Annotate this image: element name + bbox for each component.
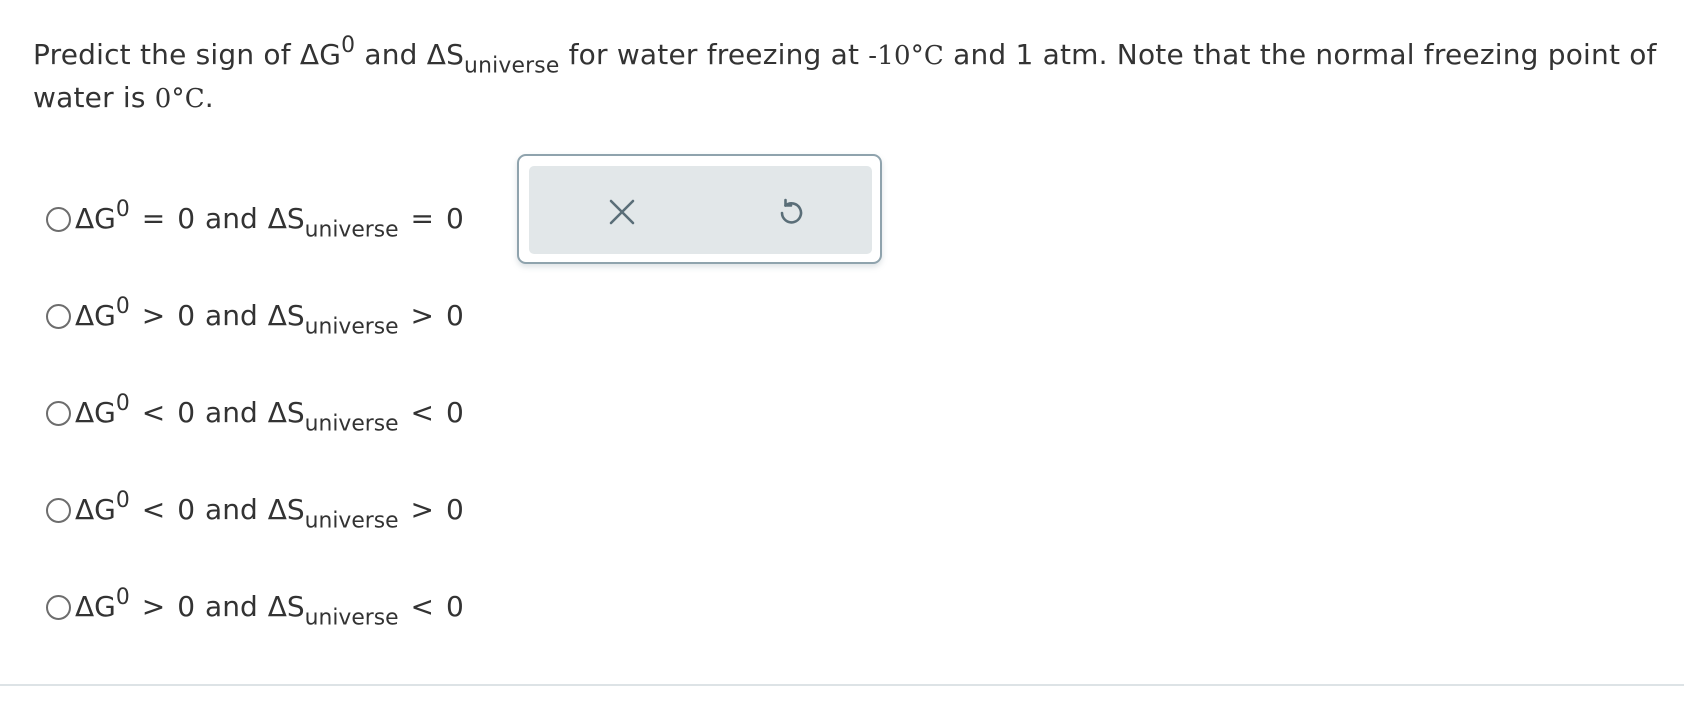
close-icon: [609, 199, 635, 225]
superscript: 0: [115, 294, 130, 319]
clear-button[interactable]: [600, 190, 644, 234]
operator: >: [410, 493, 434, 526]
value: 0: [446, 299, 464, 332]
subscript: universe: [304, 314, 399, 340]
universe-subscript: universe: [464, 53, 560, 79]
delta-s-symbol: ΔS: [267, 396, 305, 429]
delta-g-symbol: ΔG: [75, 396, 116, 429]
value: 0: [177, 396, 196, 429]
subscript: universe: [304, 411, 399, 437]
conjunction: and: [205, 590, 258, 623]
question-text: Predict the sign of ΔG0 and ΔSuniverse f…: [33, 34, 1673, 120]
answer-option-label: ΔG0 <0 and ΔSuniverse <0: [75, 393, 464, 435]
operator: >: [141, 590, 166, 623]
standard-state-superscript: 0: [341, 33, 356, 58]
subscript: universe: [304, 217, 399, 243]
answer-option-1[interactable]: ΔG0 = 0 and ΔSuniverse = 0: [46, 199, 464, 298]
delta-s-symbol: ΔS: [426, 38, 465, 71]
answer-option-label: ΔG0 >0 and ΔSuniverse >0: [75, 296, 464, 338]
delta-g-symbol: ΔG: [75, 299, 116, 332]
operator: >: [410, 299, 434, 332]
operator: =: [141, 202, 166, 235]
radio-button[interactable]: [46, 498, 71, 523]
answer-option-3[interactable]: ΔG0 <0 and ΔSuniverse <0: [46, 393, 464, 492]
superscript: 0: [115, 197, 130, 222]
radio-button[interactable]: [46, 304, 71, 329]
value: 0: [446, 396, 464, 429]
undo-icon: [780, 198, 803, 224]
question-fragment: and: [355, 38, 427, 71]
value: 0: [446, 493, 464, 526]
question-fragment: for water freezing at: [559, 38, 869, 71]
value: 0: [177, 493, 196, 526]
answer-option-label: ΔG0 = 0 and ΔSuniverse = 0: [75, 199, 464, 241]
operator: <: [410, 590, 434, 623]
temperature-value: -10°C: [868, 41, 944, 71]
subscript: universe: [304, 605, 399, 631]
bottom-divider: [0, 684, 1684, 686]
superscript: 0: [115, 391, 130, 416]
answer-option-2[interactable]: ΔG0 >0 and ΔSuniverse >0: [46, 296, 464, 395]
conjunction: and: [205, 202, 258, 235]
toolbar-button-group: [529, 166, 872, 254]
operator: <: [141, 396, 166, 429]
value: 0: [446, 202, 464, 235]
delta-s-symbol: ΔS: [267, 590, 305, 623]
delta-g-symbol: ΔG: [75, 202, 116, 235]
delta-s-symbol: ΔS: [267, 299, 305, 332]
superscript: 0: [115, 585, 130, 610]
radio-button[interactable]: [46, 401, 71, 426]
delta-g-symbol: ΔG: [75, 493, 116, 526]
operator: <: [410, 396, 434, 429]
subscript: universe: [304, 508, 399, 534]
question-fragment: .: [204, 81, 214, 114]
value: 0: [177, 299, 196, 332]
conjunction: and: [205, 493, 258, 526]
undo-button[interactable]: [769, 190, 813, 234]
radio-button[interactable]: [46, 207, 71, 232]
delta-s-symbol: ΔS: [267, 202, 305, 235]
answer-choices: ΔG0 = 0 and ΔSuniverse = 0 ΔG0 >0 and ΔSuniverse >…: [46, 199, 464, 686]
answer-option-5[interactable]: ΔG0 >0 and ΔSuniverse <0: [46, 587, 464, 686]
operator: =: [410, 202, 434, 235]
radio-button[interactable]: [46, 595, 71, 620]
answer-toolbar: [517, 154, 882, 264]
conjunction: and: [205, 299, 258, 332]
question-fragment: Predict the sign of: [33, 38, 300, 71]
answer-option-label: ΔG0 <0 and ΔSuniverse >0: [75, 490, 464, 532]
superscript: 0: [115, 488, 130, 513]
delta-g-symbol: ΔG: [299, 38, 342, 71]
operator: >: [141, 299, 166, 332]
operator: <: [141, 493, 166, 526]
answer-option-4[interactable]: ΔG0 <0 and ΔSuniverse >0: [46, 490, 464, 589]
freezing-point-value: 0°C: [154, 84, 205, 114]
delta-g-symbol: ΔG: [75, 590, 116, 623]
conjunction: and: [205, 396, 258, 429]
value: 0: [446, 590, 464, 623]
value: 0: [177, 590, 196, 623]
value: 0: [177, 202, 196, 235]
delta-s-symbol: ΔS: [267, 493, 305, 526]
answer-option-label: ΔG0 >0 and ΔSuniverse <0: [75, 587, 464, 629]
